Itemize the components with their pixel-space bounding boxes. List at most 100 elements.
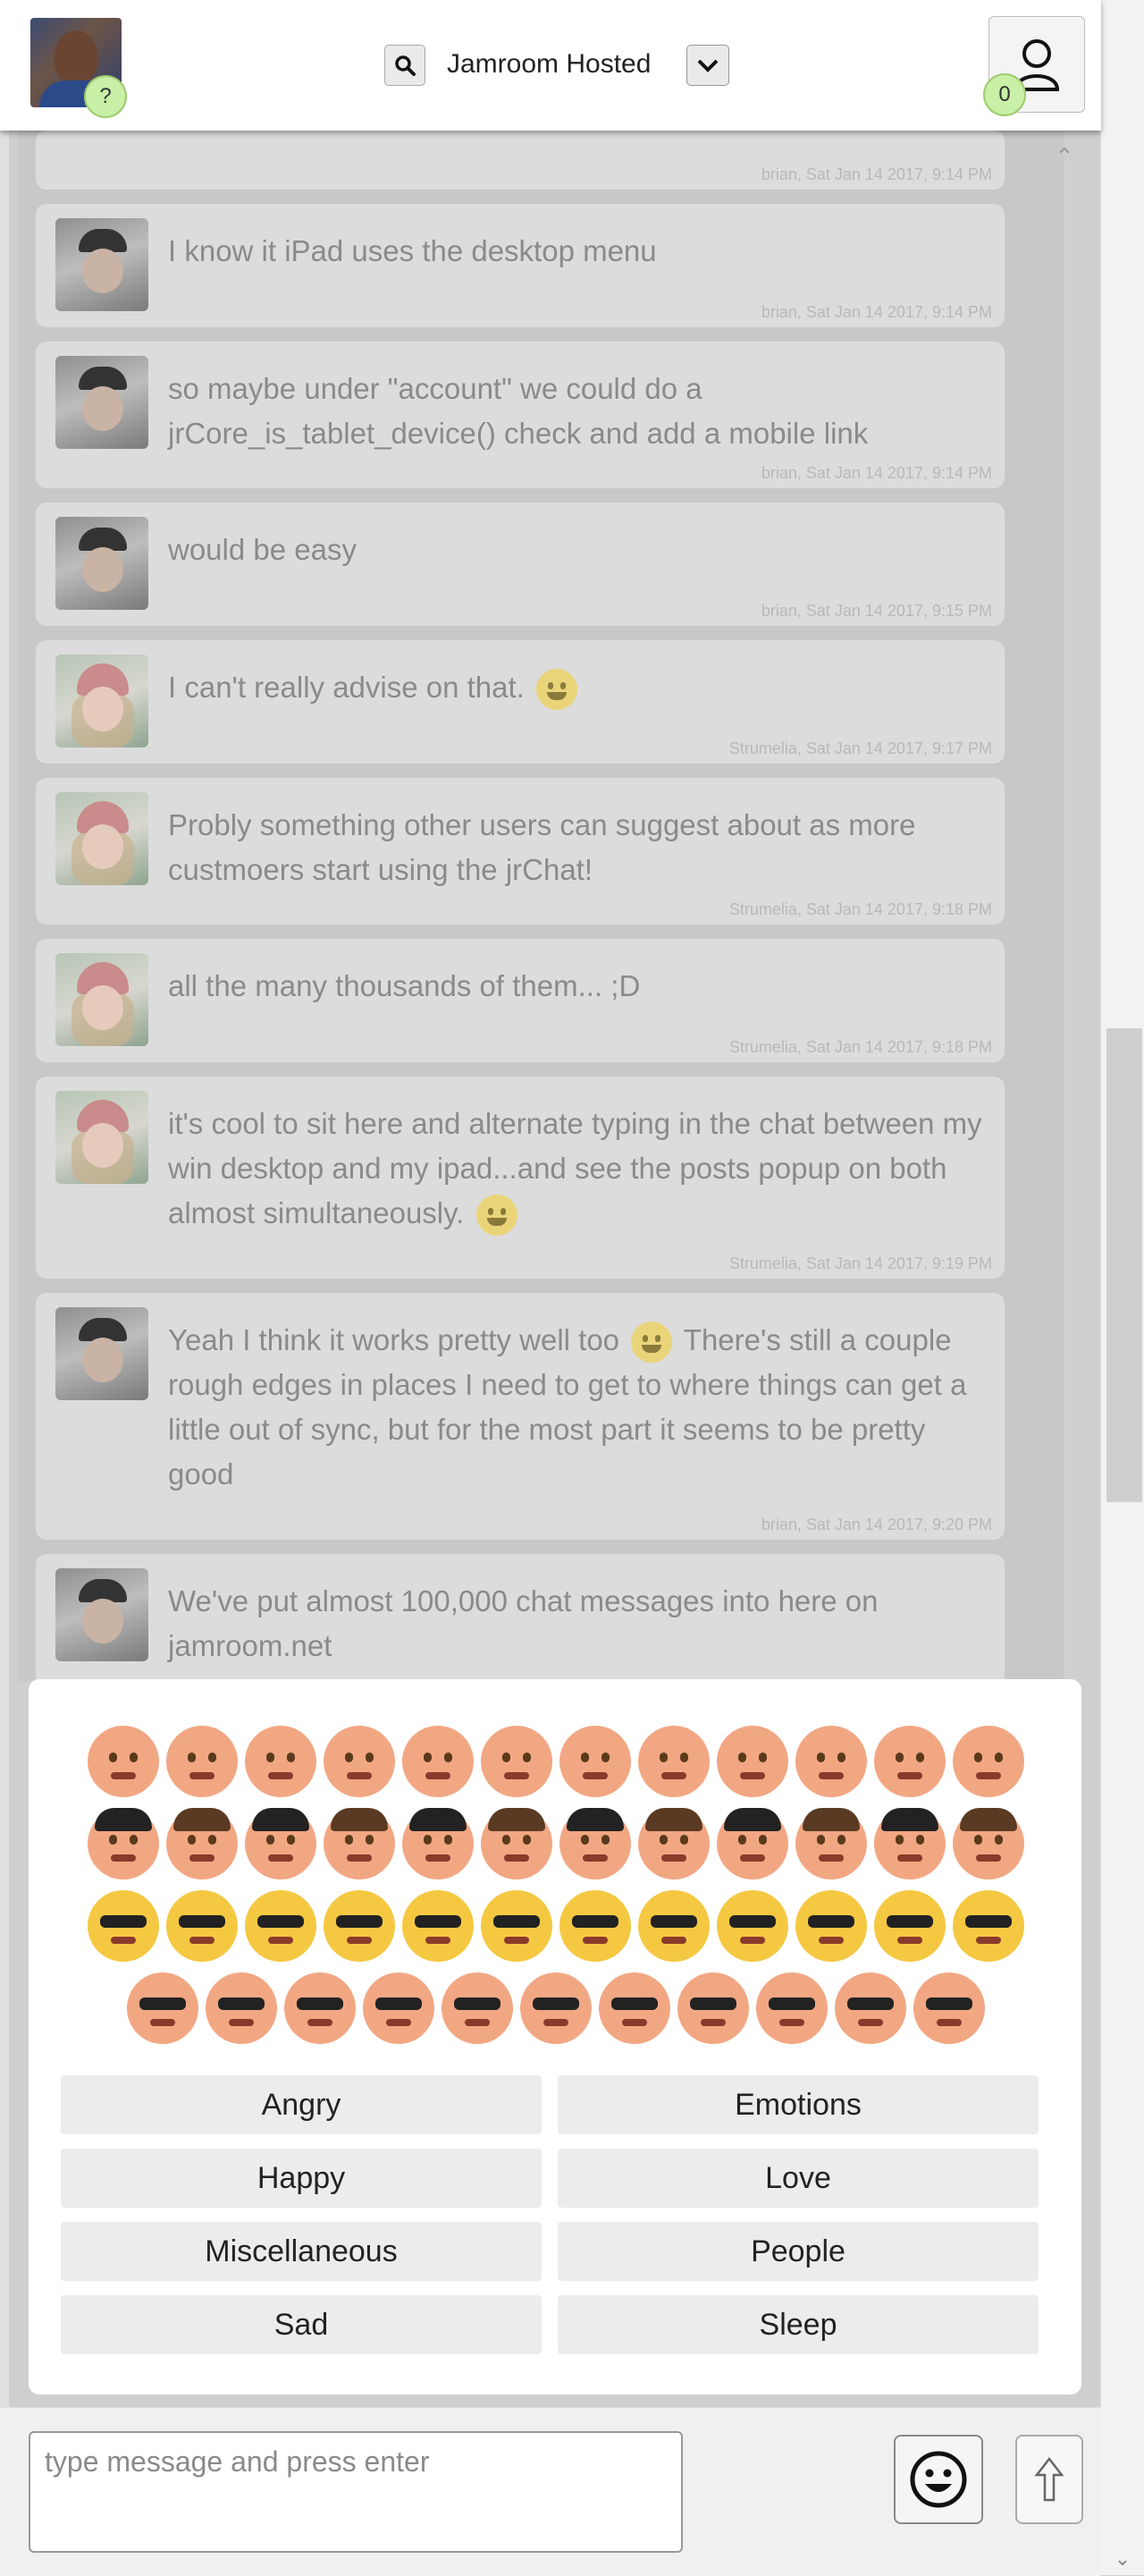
emoji-icon[interactable] — [402, 1726, 474, 1797]
emoji-icon[interactable] — [953, 1890, 1024, 1962]
message-text: I can't really advise on that. — [168, 665, 987, 711]
chevron-down-icon — [697, 59, 719, 72]
emoji-icon[interactable] — [402, 1808, 474, 1879]
emoji-icon[interactable] — [835, 1972, 906, 2044]
emoji-icon[interactable] — [717, 1726, 788, 1797]
message-text: I know it iPad uses the desktop menu — [168, 234, 657, 267]
category-love-button[interactable]: Love — [558, 2149, 1039, 2208]
emoji-icon[interactable] — [245, 1726, 316, 1797]
arrow-up-icon — [1034, 2456, 1064, 2502]
avatar[interactable] — [55, 655, 148, 747]
avatar[interactable] — [55, 218, 148, 311]
chat-message-list[interactable]: brian, Sat Jan 14 2017, 9:14 PM I know i… — [18, 131, 1064, 1715]
emoji-icon[interactable] — [402, 1890, 474, 1962]
emoji-icon[interactable] — [559, 1726, 631, 1797]
emoji-icon[interactable] — [324, 1726, 395, 1797]
message-partial: brian, Sat Jan 14 2017, 9:14 PM — [36, 131, 1005, 190]
message-input[interactable] — [29, 2431, 683, 2553]
emoji-icon[interactable] — [874, 1808, 946, 1879]
category-happy-button[interactable]: Happy — [61, 2149, 542, 2208]
category-people-button[interactable]: People — [558, 2222, 1039, 2281]
emoji-icon[interactable] — [520, 1972, 592, 2044]
scrollbar-thumb[interactable] — [1106, 1028, 1142, 1502]
left-edge — [0, 0, 9, 2575]
emoji-toggle-button[interactable] — [894, 2435, 983, 2524]
message-bubble: so maybe under "account" we could do a j… — [36, 342, 1005, 488]
search-button[interactable] — [384, 45, 425, 86]
avatar[interactable] — [55, 953, 148, 1046]
emoji-icon[interactable] — [481, 1808, 552, 1879]
emoji-row — [82, 1890, 1030, 1962]
emoji-icon[interactable] — [677, 1972, 749, 2044]
emoji-icon[interactable] — [166, 1890, 238, 1962]
emoji-icon[interactable] — [88, 1726, 159, 1797]
scroll-down-icon[interactable]: ⌄ — [1114, 2549, 1131, 2569]
message-text: so maybe under "account" we could do a j… — [168, 372, 869, 450]
message-meta: brian, Sat Jan 14 2017, 9:15 PM — [761, 602, 992, 620]
message-meta: brian, Sat Jan 14 2017, 9:14 PM — [761, 303, 992, 321]
emoji-icon[interactable] — [324, 1808, 395, 1879]
emoji-icon[interactable] — [166, 1726, 238, 1797]
emoji-icon[interactable] — [324, 1890, 395, 1962]
emoji-icon[interactable] — [363, 1972, 434, 2044]
upload-button[interactable] — [1015, 2435, 1083, 2524]
category-sad-button[interactable]: Sad — [61, 2295, 542, 2354]
emoji-icon[interactable] — [599, 1972, 670, 2044]
message-meta: Strumelia, Sat Jan 14 2017, 9:18 PM — [728, 1038, 992, 1056]
message-bubble: Probly something other users can suggest… — [36, 778, 1005, 925]
emoji-icon[interactable] — [559, 1890, 631, 1962]
emoji-icon[interactable] — [953, 1726, 1024, 1797]
emoji-icon[interactable] — [638, 1890, 710, 1962]
emoji-icon[interactable] — [481, 1726, 552, 1797]
message-meta: brian, Sat Jan 14 2017, 9:14 PM — [761, 464, 992, 482]
message-bubble: I know it iPad uses the desktop menu bri… — [36, 204, 1005, 327]
emoji-icon[interactable] — [717, 1808, 788, 1879]
message-bubble: it's cool to sit here and alternate typi… — [36, 1077, 1005, 1279]
avatar[interactable] — [55, 1091, 148, 1184]
avatar[interactable] — [55, 792, 148, 885]
help-badge[interactable]: ? — [84, 75, 127, 118]
emoji-icon[interactable] — [638, 1808, 710, 1879]
emoji-icon[interactable] — [913, 1972, 985, 2044]
emoji-icon[interactable] — [717, 1890, 788, 1962]
emoji-icon[interactable] — [245, 1890, 316, 1962]
page-scrollbar[interactable] — [1100, 0, 1144, 2575]
avatar[interactable] — [55, 1307, 148, 1400]
message-meta: Strumelia, Sat Jan 14 2017, 9:17 PM — [728, 739, 992, 757]
emoji-icon[interactable] — [795, 1726, 867, 1797]
message-meta: brian, Sat Jan 14 2017, 9:20 PM — [761, 1516, 992, 1533]
avatar[interactable] — [55, 356, 148, 449]
emoji-icon[interactable] — [442, 1972, 513, 2044]
emoji-icon[interactable] — [127, 1972, 198, 2044]
emoji-icon[interactable] — [481, 1890, 552, 1962]
emoji-icon[interactable] — [874, 1726, 946, 1797]
scroll-up-icon[interactable]: ⌃ — [1055, 143, 1074, 171]
emoji-icon[interactable] — [756, 1972, 828, 2044]
emoji-icon[interactable] — [874, 1890, 946, 1962]
emoji-category-list: Angry Emotions Happy Love Miscellaneous … — [61, 2075, 1051, 2354]
category-sleep-button[interactable]: Sleep — [558, 2295, 1039, 2354]
message-bubble: would be easy brian, Sat Jan 14 2017, 9:… — [36, 503, 1005, 626]
emoji-icon[interactable] — [88, 1890, 159, 1962]
category-angry-button[interactable]: Angry — [61, 2075, 542, 2134]
emoji-icon[interactable] — [166, 1808, 238, 1879]
emoji-icon[interactable] — [284, 1972, 356, 2044]
category-emotions-button[interactable]: Emotions — [558, 2075, 1039, 2134]
emoji-icon[interactable] — [245, 1808, 316, 1879]
avatar[interactable] — [55, 1568, 148, 1661]
smile-emoji-icon — [475, 1195, 517, 1237]
emoji-icon[interactable] — [638, 1726, 710, 1797]
emoji-icon[interactable] — [795, 1890, 867, 1962]
message-bubble: all the many thousands of them... ;D Str… — [36, 939, 1005, 1062]
emoji-icon[interactable] — [559, 1808, 631, 1879]
emoji-icon[interactable] — [206, 1972, 277, 2044]
emoji-icon[interactable] — [795, 1808, 867, 1879]
room-dropdown-button[interactable] — [686, 45, 729, 86]
emoji-grid — [82, 1726, 1030, 2055]
emoji-icon[interactable] — [953, 1808, 1024, 1879]
avatar[interactable] — [55, 517, 148, 610]
emoji-icon[interactable] — [88, 1808, 159, 1879]
category-miscellaneous-button[interactable]: Miscellaneous — [61, 2222, 542, 2281]
chat-header: ? Jamroom Hosted 0 — [0, 0, 1101, 131]
room-title: Jamroom Hosted — [447, 49, 652, 79]
